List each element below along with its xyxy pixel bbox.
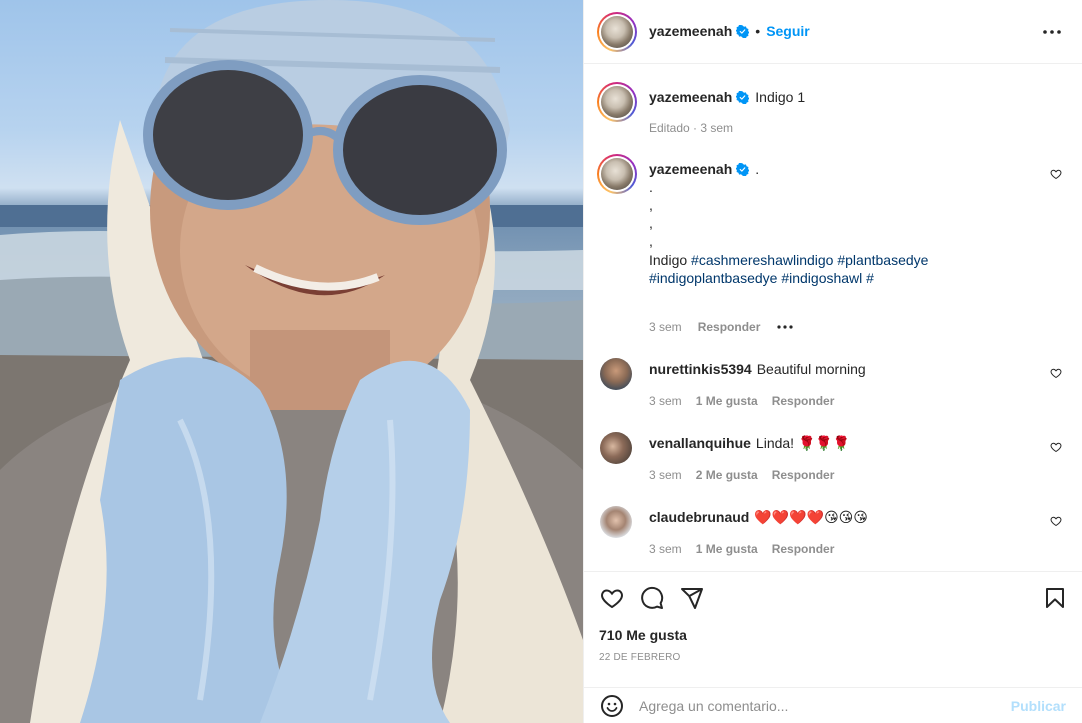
commenter-username[interactable]: venallanquihue bbox=[649, 435, 751, 451]
post-details-panel: yazemeenah • Seguir yazemeenah Indigo 1 … bbox=[583, 0, 1082, 723]
comment-time: 3 sem bbox=[649, 542, 682, 556]
caption-text: Indigo 1 bbox=[755, 89, 806, 105]
caption-author-avatar[interactable] bbox=[597, 82, 637, 122]
comment-text: Linda! 🌹🌹🌹 bbox=[755, 435, 851, 451]
author-comment: yazemeenah . . , , , Indigo #cashmeresha… bbox=[649, 160, 1049, 287]
reply-button[interactable]: Responder bbox=[698, 320, 761, 334]
follow-button[interactable]: Seguir bbox=[766, 23, 810, 39]
comment-time: 3 sem bbox=[649, 468, 682, 482]
comment-first-line: . bbox=[755, 161, 760, 177]
caption-meta: Editado · 3 sem bbox=[649, 121, 734, 135]
comment-line: , bbox=[649, 215, 653, 231]
comment-line: . bbox=[649, 179, 653, 195]
comment-likes[interactable]: 1 Me gusta bbox=[696, 394, 758, 408]
comment-time: 3 sem bbox=[649, 394, 682, 408]
comment: claudebrunaud ❤️❤️❤️❤️😘😘😘 bbox=[649, 508, 868, 526]
like-comment-heart-icon[interactable] bbox=[1050, 168, 1062, 180]
commenter-avatar[interactable] bbox=[600, 506, 632, 538]
comment-meta: 3 sem 1 Me gusta Responder bbox=[649, 542, 834, 556]
post-date: 22 DE FEBRERO bbox=[599, 652, 681, 663]
reply-button[interactable]: Responder bbox=[772, 394, 835, 408]
save-bookmark-icon[interactable] bbox=[1043, 586, 1067, 610]
comment-body-text: Indigo bbox=[649, 252, 692, 268]
post-header: yazemeenah • Seguir bbox=[584, 0, 1082, 64]
add-comment-bar: Publicar bbox=[584, 687, 1082, 723]
reply-button[interactable]: Responder bbox=[772, 468, 835, 482]
publish-button[interactable]: Publicar bbox=[1011, 698, 1066, 714]
like-comment-heart-icon[interactable] bbox=[1050, 515, 1062, 527]
more-horizontal-icon[interactable] bbox=[1042, 24, 1062, 40]
comment-text: ❤️❤️❤️❤️😘😘😘 bbox=[754, 509, 868, 525]
share-paper-plane-icon[interactable] bbox=[680, 586, 704, 610]
like-heart-icon[interactable] bbox=[600, 586, 624, 610]
comment: venallanquihue Linda! 🌹🌹🌹 bbox=[649, 434, 850, 452]
author-comment-meta: 3 sem Responder bbox=[649, 320, 794, 334]
like-comment-heart-icon[interactable] bbox=[1050, 367, 1062, 379]
commenter-username[interactable]: nurettinkis5394 bbox=[649, 361, 752, 377]
post-media[interactable] bbox=[0, 0, 583, 723]
comment-author-avatar[interactable] bbox=[597, 154, 637, 194]
commenter-username[interactable]: claudebrunaud bbox=[649, 509, 749, 525]
hashtag-link[interactable]: #indigoplantbasedye #indigoshawl # bbox=[649, 269, 1049, 287]
comment-line: , bbox=[649, 197, 653, 213]
comment-text: Beautiful morning bbox=[756, 361, 866, 377]
separator-dot: • bbox=[755, 23, 761, 39]
comment-body: Indigo #cashmereshawlindigo #plantbasedy… bbox=[649, 251, 1049, 269]
caption: yazemeenah Indigo 1 bbox=[649, 88, 805, 106]
comment-meta: 3 sem 1 Me gusta Responder bbox=[649, 394, 834, 408]
author-avatar[interactable] bbox=[597, 12, 637, 52]
post-actions: 710 Me gusta 22 DE FEBRERO Publicar bbox=[584, 571, 1082, 723]
comment: nurettinkis5394 Beautiful morning bbox=[649, 360, 866, 378]
comment-bubble-icon[interactable] bbox=[640, 586, 664, 610]
comment-author-username[interactable]: yazemeenah bbox=[649, 161, 732, 177]
reply-button[interactable]: Responder bbox=[772, 542, 835, 556]
commenter-avatar[interactable] bbox=[600, 432, 632, 464]
verified-badge-icon bbox=[736, 162, 750, 176]
comment-likes[interactable]: 1 Me gusta bbox=[696, 542, 758, 556]
caption-author-username[interactable]: yazemeenah bbox=[649, 89, 732, 105]
comment-meta: 3 sem 2 Me gusta Responder bbox=[649, 468, 834, 482]
verified-badge-icon bbox=[736, 24, 750, 38]
comment-input[interactable] bbox=[639, 698, 999, 714]
comment-time: 3 sem bbox=[649, 320, 682, 334]
comment-likes[interactable]: 2 Me gusta bbox=[696, 468, 758, 482]
post-photo bbox=[0, 0, 583, 723]
emoji-icon[interactable] bbox=[600, 694, 624, 718]
hashtag-link[interactable]: #cashmereshawlindigo #plantbasedye bbox=[691, 252, 928, 268]
like-count[interactable]: 710 Me gusta bbox=[599, 627, 687, 643]
more-horizontal-icon[interactable] bbox=[776, 324, 794, 330]
like-comment-heart-icon[interactable] bbox=[1050, 441, 1062, 453]
verified-badge-icon bbox=[736, 90, 750, 104]
comment-line: , bbox=[649, 233, 653, 249]
author-username[interactable]: yazemeenah bbox=[649, 23, 732, 39]
commenter-avatar[interactable] bbox=[600, 358, 632, 390]
